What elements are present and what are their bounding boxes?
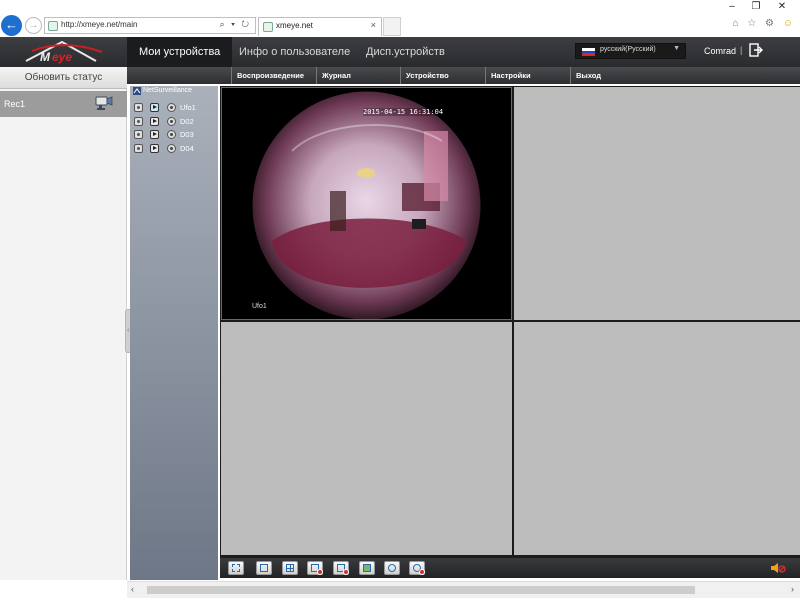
gear-icon[interactable]: ⚙ <box>765 18 777 29</box>
scroll-right-button[interactable]: › <box>791 584 794 594</box>
snapshot-icon[interactable] <box>359 561 375 575</box>
camera-device-icon <box>95 96 113 110</box>
stop-record-icon[interactable] <box>333 561 349 575</box>
browser-tab[interactable]: xmeye.net × <box>258 17 382 36</box>
osd-channel-name: Ufo1 <box>252 303 267 310</box>
fullscreen-icon[interactable] <box>228 561 244 575</box>
scroll-thumb[interactable] <box>147 586 695 594</box>
video-cell-empty[interactable] <box>221 322 512 555</box>
osd-timestamp: 2015-04-15 16:31:04 <box>363 108 444 116</box>
snapshot-icon[interactable] <box>167 103 176 112</box>
snapshot-icon[interactable] <box>167 130 176 139</box>
nav-my-devices[interactable]: Мои устройства <box>127 37 233 67</box>
snapshot-icon[interactable] <box>167 117 176 126</box>
video-cell-live[interactable]: 2015-04-15 16:31:04 Ufo1 <box>221 87 512 320</box>
video-cell-empty[interactable] <box>514 322 800 555</box>
address-bar[interactable]: http://xmeye.net/main ⌕ ▾ ↻ <box>44 17 256 34</box>
tab-favicon-icon <box>263 22 273 32</box>
play-all-icon[interactable] <box>384 561 400 575</box>
record-icon[interactable] <box>134 103 143 112</box>
play-icon[interactable] <box>150 103 159 112</box>
volume-mute-icon[interactable] <box>770 562 786 574</box>
channel-row: D04 <box>134 143 218 154</box>
new-tab-button[interactable] <box>383 17 401 36</box>
channel-row: Ufo1 <box>134 102 218 113</box>
stop-all-icon[interactable] <box>409 561 425 575</box>
nav-user-info[interactable]: Инфо о пользователе <box>227 37 362 67</box>
forward-button[interactable]: → <box>25 17 42 34</box>
address-url[interactable]: http://xmeye.net/main <box>61 20 137 29</box>
play-icon[interactable] <box>150 144 159 153</box>
smiley-icon[interactable]: ☺ <box>783 18 796 29</box>
browser-toolbar-icons: ⌂ ☆ ⚙ ☺ <box>732 18 796 29</box>
close-window-button[interactable]: ✕ <box>770 0 794 14</box>
record-icon[interactable] <box>307 561 323 575</box>
player-menu-bar: Воспроизведение Журнал Устройство Настро… <box>127 67 800 84</box>
app-header: M eye Мои устройства Инфо о пользователе… <box>0 37 800 67</box>
browser-titlebar: – ❐ ✕ <box>0 0 800 14</box>
nav-device-manager[interactable]: Дисп.устройств <box>354 37 457 67</box>
language-value: русский(Русский) <box>600 46 656 53</box>
channel-name[interactable]: D02 <box>180 117 194 126</box>
xmeye-logo: M eye <box>25 40 103 64</box>
channel-name[interactable]: Ufo1 <box>180 103 196 112</box>
fisheye-video-frame <box>252 91 481 319</box>
russia-flag-icon <box>582 48 595 56</box>
back-button[interactable]: ← <box>1 15 22 36</box>
device-sidebar: Обновить статус Rec1 <box>0 67 127 580</box>
maximize-button[interactable]: ❐ <box>744 0 768 14</box>
site-favicon-icon <box>48 21 58 31</box>
username[interactable]: Comrad <box>704 46 736 56</box>
network-icon <box>133 87 141 95</box>
menu-log[interactable]: Журнал <box>316 67 399 84</box>
scroll-left-button[interactable]: ‹ <box>131 584 134 594</box>
menu-exit[interactable]: Выход <box>570 67 654 84</box>
record-icon[interactable] <box>134 117 143 126</box>
video-grid: 2015-04-15 16:31:04 Ufo1 <box>220 86 800 558</box>
browser-address-row: ← → http://xmeye.net/main ⌕ ▾ ↻ xmeye.ne… <box>0 14 800 36</box>
device-name: Rec1 <box>4 99 26 109</box>
channel-row: D03 <box>134 129 218 140</box>
app-root: – ❐ ✕ ← → http://xmeye.net/main ⌕ ▾ ↻ xm… <box>0 0 800 600</box>
logout-icon[interactable] <box>749 43 763 57</box>
play-icon[interactable] <box>150 117 159 126</box>
tab-close-button[interactable]: × <box>371 20 376 30</box>
single-view-icon[interactable] <box>256 561 272 575</box>
video-toolbar <box>220 558 800 578</box>
menu-device[interactable]: Устройство <box>400 67 484 84</box>
channel-name[interactable]: D04 <box>180 144 194 153</box>
play-icon[interactable] <box>150 130 159 139</box>
snapshot-icon[interactable] <box>167 144 176 153</box>
record-icon[interactable] <box>134 130 143 139</box>
quad-view-icon[interactable] <box>282 561 298 575</box>
channel-name[interactable]: D03 <box>180 130 194 139</box>
svg-text:eye: eye <box>52 50 72 64</box>
tab-title: xmeye.net <box>276 21 313 30</box>
home-icon[interactable]: ⌂ <box>732 18 741 29</box>
video-cell-empty[interactable] <box>514 87 800 320</box>
menu-settings[interactable]: Настройки <box>485 67 569 84</box>
header-separator: | <box>740 45 743 55</box>
svg-text:M: M <box>40 50 51 64</box>
horizontal-scrollbar[interactable]: ‹ › <box>127 581 800 598</box>
record-icon[interactable] <box>134 144 143 153</box>
menu-playback[interactable]: Воспроизведение <box>231 67 315 84</box>
channel-tree: NetSurveillance Ufo1 D02 D03 D04 <box>130 86 218 580</box>
device-item[interactable]: Rec1 <box>0 91 127 117</box>
star-icon[interactable]: ☆ <box>747 18 759 29</box>
chevron-down-icon: ▼ <box>673 45 680 52</box>
address-actions-icon[interactable]: ⌕ ▾ ↻ <box>220 19 251 30</box>
channel-row: D02 <box>134 116 218 127</box>
refresh-status-button[interactable]: Обновить статус <box>0 67 127 89</box>
tree-root-label[interactable]: NetSurveillance <box>143 87 192 94</box>
minimize-button[interactable]: – <box>720 0 744 14</box>
language-select[interactable]: русский(Русский) ▼ <box>575 43 686 59</box>
